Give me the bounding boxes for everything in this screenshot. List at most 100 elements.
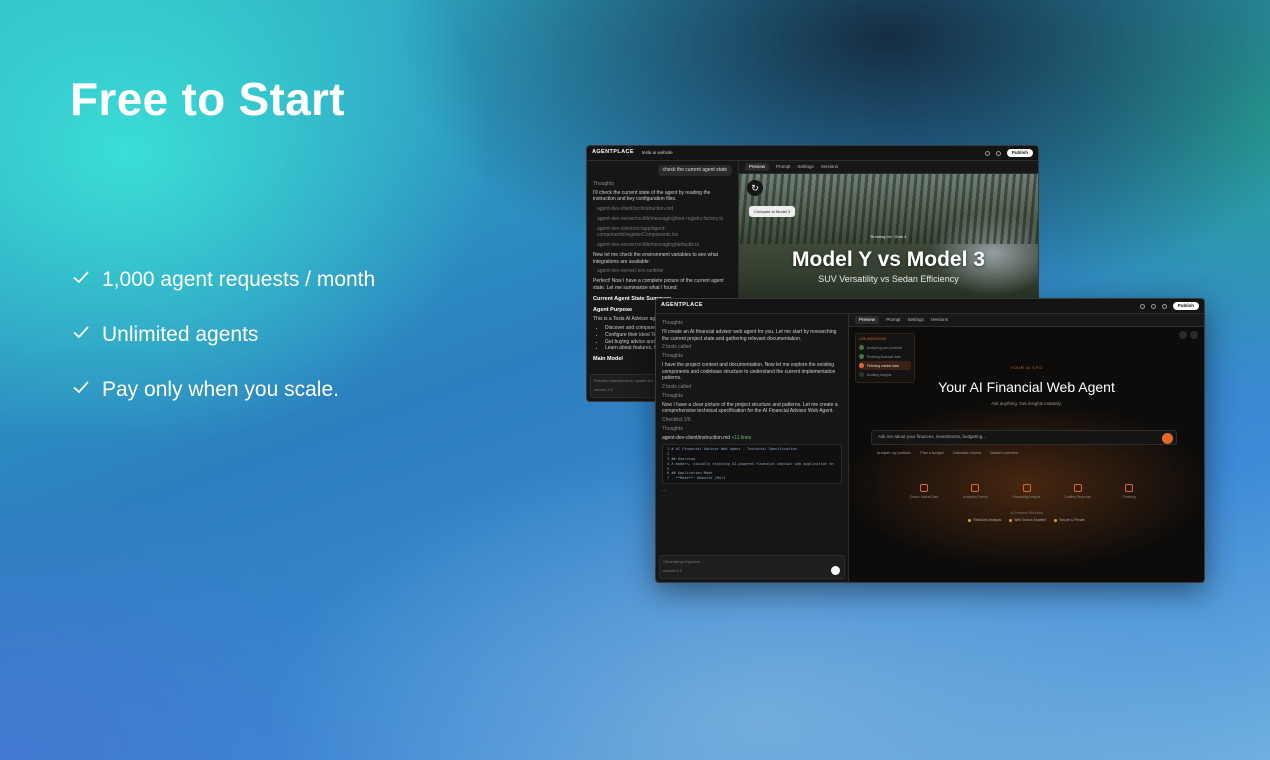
preview-subtitle: SUV Versatility vs Sedan Efficiency <box>818 274 959 284</box>
thoughts-toggle[interactable]: Thoughts <box>662 353 842 360</box>
badge: Web Search Enabled <box>1009 518 1046 523</box>
preview-controls <box>1179 331 1198 339</box>
workflow-title: LIVE WORKFLOW <box>859 337 886 341</box>
suggestion-chips: Analyze my portfolio Plan a budget Calcu… <box>877 451 1018 456</box>
window-topbar: AGENTPLACE Publish <box>656 299 1204 314</box>
feature-text: Unlimited agents <box>102 322 259 346</box>
document-icon <box>1073 484 1082 492</box>
thoughts-toggle[interactable]: Thoughts <box>593 181 732 188</box>
workflow-step: Analyzing your portfolio <box>859 343 911 352</box>
code-block: 1 # AI Financial Advisor Web Agent - Tec… <box>662 444 842 485</box>
tab-versions[interactable]: Versions <box>931 317 948 323</box>
trust-badges: Real-time Analysis Web Search Enabled Se… <box>849 518 1204 523</box>
checklist[interactable]: Checklist 1/6 <box>662 417 842 424</box>
feature-text: Pay only when you scale. <box>102 377 339 401</box>
share-icon[interactable] <box>1161 303 1167 309</box>
compare-button[interactable]: Compare to Model 3 <box>749 206 796 218</box>
suggestion-chip[interactable]: Analyze my portfolio <box>877 451 911 456</box>
send-button[interactable] <box>1162 433 1173 444</box>
more-indicator: ... <box>662 487 667 494</box>
tab-settings[interactable]: Settings <box>908 317 924 323</box>
feature-item: Unlimited agents <box>72 307 375 362</box>
file-reference[interactable]: agent-dev-server/src/lib/messaging/tool-… <box>597 216 732 223</box>
tools-called[interactable]: 2 tools called <box>662 384 842 391</box>
sparkle-icon <box>1125 484 1133 492</box>
preview-tabs: Preview Prompt Settings Versions <box>849 314 1204 327</box>
expand-icon[interactable] <box>1179 331 1187 339</box>
preview-title: Your AI Financial Web Agent <box>938 379 1115 395</box>
brand-logo: AGENTPLACE <box>661 302 703 309</box>
app-window-finance: AGENTPLACE Publish Thoughts I'll create … <box>655 298 1205 583</box>
thoughts-toggle[interactable]: Thoughts <box>662 393 842 400</box>
preview-tabs: Preview Prompt Settings Versions <box>739 161 1038 174</box>
download-icon[interactable] <box>1150 303 1156 309</box>
badge: Real-time Analysis <box>968 518 1001 523</box>
preview-pane: LIVE WORKFLOW Analyzing your portfolio R… <box>849 327 1204 582</box>
thoughts-toggle[interactable]: Thoughts <box>662 426 842 433</box>
tools-called[interactable]: 2 tools called <box>662 344 842 351</box>
hero-kicker: YOUR AI CFO <box>1010 365 1043 370</box>
tab-settings[interactable]: Settings <box>798 164 814 170</box>
capability-row: Search Market Data Analyzing Trends Proc… <box>904 484 1149 499</box>
search-icon <box>920 484 928 492</box>
running-label: Running on · Grok 4 <box>870 234 907 239</box>
step-status-icon <box>859 372 864 378</box>
suggestion-chip[interactable]: Calculate returns <box>953 451 982 456</box>
chat-text: Now let me check the environment variabl… <box>593 251 719 265</box>
feature-item: 1,000 agent requests / month <box>72 252 375 307</box>
file-reference[interactable]: agent-dev-server/src/lib/messaging/defau… <box>597 242 732 249</box>
preview-title: Model Y vs Model 3 <box>792 248 985 271</box>
step-status-icon <box>859 345 864 351</box>
project-name[interactable]: tesla ai website <box>642 150 673 156</box>
live-workflow-card: LIVE WORKFLOW Analyzing your portfolio R… <box>855 333 915 384</box>
model-selector[interactable]: sonnet-4.5 <box>663 568 841 573</box>
generating-status: Generating response... <box>663 559 704 564</box>
user-message: check the current agent state <box>657 165 732 176</box>
feature-item: Pay only when you scale. <box>72 362 375 417</box>
badge: Secure & Private <box>1054 518 1084 523</box>
powered-label: AI-Powered Workflow <box>1010 511 1043 515</box>
feature-list: 1,000 agent requests / month Unlimited a… <box>72 252 375 417</box>
chat-text: I'll check the current state of the agen… <box>593 189 711 203</box>
tab-versions[interactable]: Versions <box>821 164 838 170</box>
tab-prompt[interactable]: Prompt <box>776 164 791 170</box>
theme-icon[interactable] <box>1139 303 1145 309</box>
file-reference[interactable]: agent-dev-client/src/app/agent-component… <box>597 226 732 240</box>
chat-text: I have the project context and documenta… <box>662 361 836 382</box>
share-icon[interactable] <box>995 150 1001 156</box>
tab-preview[interactable]: Preview <box>745 162 770 172</box>
step-status-icon <box>859 354 864 360</box>
code-file-header[interactable]: agent-dev-client/instruction.md +11 line… <box>662 435 842 442</box>
check-icon <box>72 378 90 396</box>
tab-preview[interactable]: Preview <box>855 315 880 325</box>
chat-panel: Thoughts I'll create an AI financial adv… <box>656 314 849 582</box>
suggestion-chip[interactable]: Market overview <box>990 451 1018 456</box>
capability-item: Finalizing <box>1109 484 1149 499</box>
chat-text: I'll create an AI financial advisor web … <box>662 328 837 342</box>
feature-text: 1,000 agent requests / month <box>102 267 376 291</box>
file-reference[interactable]: agent-dev-server/.env.runtime <box>597 268 732 275</box>
code-line: 4 A modern, visually stunning AI-powered… <box>667 461 834 466</box>
thoughts-toggle[interactable]: Thoughts <box>662 320 842 327</box>
chart-icon <box>971 484 980 492</box>
refresh-icon[interactable] <box>1190 331 1198 339</box>
file-reference[interactable]: agent-dev-client/src/instruction.md <box>597 206 732 213</box>
suggestion-chip[interactable]: Plan a budget <box>920 451 943 456</box>
refresh-icon[interactable]: ↻ <box>747 180 763 196</box>
check-icon <box>72 268 90 286</box>
window-topbar: AGENTPLACE tesla ai website Publish <box>587 146 1038 161</box>
trend-icon <box>1022 484 1031 492</box>
stop-button[interactable] <box>831 566 840 575</box>
theme-icon[interactable] <box>984 150 990 156</box>
prompt-composer[interactable]: Generating response... sonnet-4.5 <box>659 555 845 579</box>
brand-logo: AGENTPLACE <box>592 149 634 156</box>
chat-text: Perfect! Now I have a complete picture o… <box>593 278 724 291</box>
capability-item: Processing Insights <box>1007 484 1047 499</box>
preview-subtitle: Ask anything. Get insights instantly. <box>991 401 1062 406</box>
publish-button[interactable]: Publish <box>1006 148 1033 158</box>
check-icon <box>72 323 90 341</box>
publish-button[interactable]: Publish <box>1172 301 1199 311</box>
ask-input[interactable]: Ask me about your finances, investments,… <box>871 430 1177 445</box>
workflow-step: Reading financial data <box>859 352 911 361</box>
tab-prompt[interactable]: Prompt <box>886 317 901 323</box>
